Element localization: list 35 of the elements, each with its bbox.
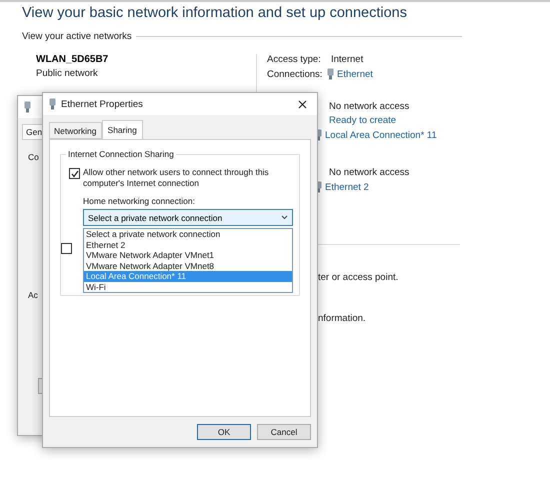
ethernet-icon bbox=[327, 68, 334, 80]
network-type: Public network bbox=[36, 68, 99, 79]
adapter-link[interactable]: Ethernet 2 bbox=[325, 182, 369, 192]
dialog-button[interactable]: OK bbox=[197, 424, 251, 440]
partial-label: Ac bbox=[28, 290, 38, 300]
dropdown-option[interactable]: Wi-Fi bbox=[84, 282, 292, 292]
detail-label: Access type: bbox=[267, 54, 322, 65]
access-status: No network access bbox=[329, 167, 410, 178]
ethernet-icon bbox=[24, 101, 31, 113]
ethernet-icon bbox=[49, 98, 56, 110]
checkbox[interactable] bbox=[69, 168, 80, 179]
dialog-tab[interactable]: Networking bbox=[49, 122, 102, 139]
dialog-title: Ethernet Properties bbox=[61, 98, 144, 110]
chevron-icon bbox=[281, 215, 288, 220]
adapter-link[interactable]: Local Area Connection* 11 bbox=[325, 130, 437, 140]
partial-label: Co bbox=[28, 152, 39, 162]
dialog-tab[interactable]: Sharing bbox=[102, 120, 143, 139]
connection-link[interactable]: Ethernet bbox=[337, 68, 373, 80]
group-title: Internet Connection Sharing bbox=[66, 149, 176, 159]
partial-text: ter or access point. bbox=[318, 272, 398, 283]
close-icon bbox=[298, 100, 307, 108]
detail-label: Connections: bbox=[267, 68, 324, 80]
partial-text: nformation. bbox=[318, 313, 366, 324]
page-heading: View your basic network information and set up connections bbox=[22, 5, 408, 21]
network-name: WLAN_5D65B7 bbox=[36, 54, 110, 65]
dialog-button[interactable]: Cancel bbox=[257, 424, 311, 440]
connection-select[interactable]: Select a private network connection bbox=[83, 209, 293, 226]
access-status: No network access bbox=[329, 101, 410, 112]
check-icon bbox=[70, 170, 78, 178]
field-label: Home networking connection: bbox=[83, 196, 196, 206]
section-title: View your active networks bbox=[22, 31, 132, 42]
action-link[interactable]: Ready to create bbox=[329, 115, 437, 126]
checkbox-label: Allow other network users to connect through this computer's Internet connection bbox=[83, 167, 270, 189]
checkbox[interactable] bbox=[61, 243, 72, 254]
detail-value: Internet bbox=[331, 54, 364, 65]
